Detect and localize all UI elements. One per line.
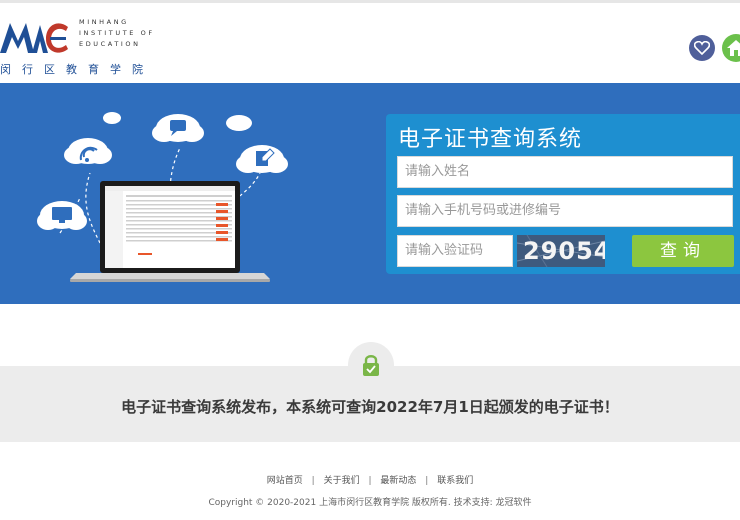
footer-separator: | (311, 476, 315, 486)
query-button[interactable]: 查询 (632, 235, 734, 267)
logo-mark[interactable] (0, 15, 72, 57)
name-input[interactable]: 请输入姓名 (397, 156, 733, 188)
logo-english: MINHANG INSTITUTE OF EDUCATION (79, 17, 155, 50)
captcha-image[interactable]: 29054 (517, 235, 605, 267)
home-icon (727, 40, 740, 56)
copyright: Copyright © 2020-2021 上海市闵行区教育学院 版权所有. 技… (208, 498, 532, 508)
release-notice: 电子证书查询系统发布，本系统可查询2022年7月1日起颁发的电子证书！ (121, 398, 619, 416)
heart-icon (694, 41, 710, 55)
cloud-wifi-icon (64, 138, 112, 164)
cloud-edit-icon (236, 145, 288, 173)
lock-icon (363, 355, 379, 376)
phone-or-id-input[interactable]: 请输入手机号码或进修编号 (397, 195, 733, 227)
footer-separator: | (425, 476, 429, 486)
footer-nav: 网站首页 | 关于我们 | 最新动态 | 联系我们 (0, 473, 740, 486)
laptop-cloud-illustration (37, 112, 288, 282)
footer-link-about[interactable]: 关于我们 (324, 476, 360, 486)
hero-banner: 电子证书查询系统 请输入姓名 请输入手机号码或进修编号 请输入验证码 29054… (0, 83, 740, 304)
cloud-monitor-icon (37, 201, 87, 230)
home-button[interactable] (722, 34, 740, 62)
footer-link-home[interactable]: 网站首页 (267, 476, 303, 486)
certificate-query-panel: 电子证书查询系统 请输入姓名 请输入手机号码或进修编号 请输入验证码 29054… (386, 114, 740, 274)
captcha-text: 29054 (523, 237, 605, 265)
footer-separator: | (368, 476, 372, 486)
laptop-icon (70, 181, 270, 282)
captcha-input[interactable]: 请输入验证码 (397, 235, 513, 267)
panel-title: 电子证书查询系统 (398, 127, 583, 152)
favorite-button[interactable] (689, 35, 715, 61)
logo-english-line: EDUCATION (79, 40, 141, 48)
logo-english-line: MINHANG (79, 18, 129, 26)
logo-chinese: 闵行区教育学院 (0, 63, 154, 76)
site-header: MINHANG INSTITUTE OF EDUCATION 闵行区教育学院 (0, 3, 740, 83)
footer-link-news[interactable]: 最新动态 (380, 476, 416, 486)
cloud-chat-icon (152, 114, 204, 142)
footer-link-contact[interactable]: 联系我们 (437, 476, 473, 486)
logo-english-line: INSTITUTE OF (79, 29, 155, 37)
lock-badge (348, 342, 394, 388)
page: MINHANG INSTITUTE OF EDUCATION 闵行区教育学院 电… (0, 0, 740, 520)
